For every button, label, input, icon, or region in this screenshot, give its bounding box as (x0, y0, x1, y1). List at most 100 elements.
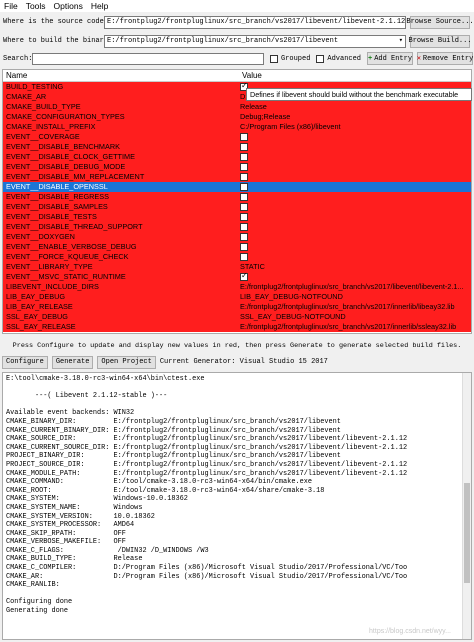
table-row[interactable]: EVENT__DISABLE_DEBUG_MODE (3, 162, 471, 172)
table-row[interactable]: EVENT__COVERAGE (3, 132, 471, 142)
value-checkbox[interactable] (240, 233, 248, 241)
menu-options[interactable]: Options (50, 1, 87, 11)
value-checkbox[interactable] (240, 183, 248, 191)
row-value[interactable] (239, 192, 471, 202)
table-row[interactable]: EVENT__LIBRARY_TYPE STATIC (3, 262, 471, 272)
row-name: CMAKE_BUILD_TYPE (6, 102, 81, 111)
row-name: BUILD_TESTING (6, 82, 64, 91)
table-row[interactable]: EVENT__ENABLE_VERBOSE_DEBUG (3, 242, 471, 252)
value-checkbox[interactable] (240, 133, 248, 141)
advanced-checkbox[interactable] (316, 54, 325, 63)
table-row[interactable]: EVENT__DISABLE_SAMPLES (3, 202, 471, 212)
value-checkbox[interactable] (240, 173, 248, 181)
table-header: Name Value (3, 70, 471, 82)
table-row[interactable]: LIBEVENT_INCLUDE_DIRS E:/frontplug2/front… (3, 282, 471, 292)
table-row[interactable]: EVENT__DISABLE_OPENSSL (3, 182, 471, 192)
source-path-value: E:/frontplug2/frontpluglinux/src_branch/… (107, 17, 406, 26)
row-value[interactable] (239, 232, 471, 242)
advanced-option[interactable]: Advanced (316, 54, 361, 63)
row-value[interactable] (239, 252, 471, 262)
table-row[interactable]: EVENT__FORCE_KQUEUE_CHECK (3, 252, 471, 262)
row-value[interactable] (239, 212, 471, 222)
scrollbar-thumb[interactable] (464, 483, 470, 583)
row-name: EVENT__LIBRARY_TYPE (6, 262, 93, 271)
search-input[interactable] (32, 52, 264, 65)
row-value[interactable] (239, 152, 471, 162)
row-value[interactable] (239, 272, 471, 282)
configure-button[interactable]: Configure (2, 355, 48, 369)
row-value[interactable] (239, 182, 471, 192)
column-name-header[interactable]: Name (3, 70, 239, 81)
value-checkbox[interactable] (240, 163, 248, 171)
table-row[interactable]: EVENT__MSVC_STATIC_RUNTIME (3, 272, 471, 282)
build-path-value: E:/frontplug2/frontpluglinux/src_branch/… (107, 36, 339, 45)
table-row[interactable]: CMAKE_INSTALL_PREFIX C:/Program Files (x8… (3, 122, 471, 132)
table-row[interactable]: EVENT__DISABLE_TESTS (3, 212, 471, 222)
row-value[interactable] (239, 172, 471, 182)
row-value-text: E:/frontplug2/frontpluglinux/src_branch/… (240, 282, 464, 291)
value-checkbox[interactable] (240, 243, 248, 251)
table-row[interactable]: SSL_EAY_DEBUG SSL_EAY_DEBUG-NOTFOUND (3, 312, 471, 322)
menu-bar: File Tools Options Help (0, 0, 474, 12)
row-value[interactable]: Debug;Release (239, 112, 471, 122)
grouped-option[interactable]: Grouped (270, 54, 310, 63)
add-entry-button[interactable]: + Add Entry (367, 52, 414, 65)
cache-table: Name Value BUILD_TESTINGCMAKE_ARD:/Progr… (2, 69, 472, 334)
value-checkbox[interactable] (240, 143, 248, 151)
value-checkbox[interactable] (240, 193, 248, 201)
value-checkbox[interactable] (240, 153, 248, 161)
column-value-header[interactable]: Value (239, 70, 471, 81)
build-path-field[interactable]: E:/frontplug2/frontpluglinux/src_branch/… (104, 34, 406, 48)
row-value[interactable] (239, 242, 471, 252)
table-row[interactable]: EVENT__DOXYGEN (3, 232, 471, 242)
browse-build-button[interactable]: Browse Build... (409, 34, 472, 48)
row-value[interactable] (239, 132, 471, 142)
row-value[interactable]: SSL_EAY_DEBUG-NOTFOUND (239, 312, 471, 322)
open-project-button[interactable]: Open Project (97, 355, 156, 369)
row-value[interactable]: E:/frontplug2/frontpluglinux/src_branch/… (239, 282, 471, 292)
table-row[interactable]: EVENT__DISABLE_REGRESS (3, 192, 471, 202)
row-value[interactable] (239, 162, 471, 172)
value-checkbox[interactable] (240, 272, 248, 281)
row-value[interactable]: E:/frontplug2/frontpluglinux/src_branch/… (239, 322, 471, 332)
row-value[interactable] (239, 222, 471, 232)
generate-button[interactable]: Generate (51, 355, 94, 369)
row-name: EVENT__DISABLE_THREAD_SUPPORT (6, 222, 143, 231)
row-name: EVENT__DISABLE_SAMPLES (6, 202, 108, 211)
table-row[interactable]: EVENT__DISABLE_BENCHMARK (3, 142, 471, 152)
table-row[interactable]: SSL_EAY_RELEASE E:/frontplug2/frontplugli… (3, 322, 471, 332)
row-value[interactable]: Release (239, 102, 471, 112)
table-row[interactable]: EVENT__DISABLE_MM_REPLACEMENT (3, 172, 471, 182)
table-row[interactable]: CMAKE_BUILD_TYPE Release (3, 102, 471, 112)
row-value[interactable] (239, 142, 471, 152)
remove-icon: ✕ (416, 55, 421, 63)
table-row[interactable]: LIB_EAY_DEBUG LIB_EAY_DEBUG-NOTFOUND (3, 292, 471, 302)
row-name: EVENT__DISABLE_CLOCK_GETTIME (6, 152, 135, 161)
table-row[interactable]: EVENT__DISABLE_CLOCK_GETTIME (3, 152, 471, 162)
row-value[interactable] (239, 202, 471, 212)
row-value[interactable]: LIB_EAY_DEBUG-NOTFOUND (239, 292, 471, 302)
add-icon: + (368, 54, 373, 63)
table-row[interactable]: CMAKE_CONFIGURATION_TYPES Debug;Release (3, 112, 471, 122)
value-checkbox[interactable] (240, 203, 248, 211)
table-row[interactable]: LIB_EAY_RELEASE E:/frontplug2/frontplugli… (3, 302, 471, 312)
grouped-checkbox[interactable] (270, 54, 278, 63)
row-name: EVENT__DISABLE_MM_REPLACEMENT (6, 172, 145, 181)
menu-tools[interactable]: Tools (22, 1, 50, 11)
chevron-down-icon[interactable]: ▾ (399, 36, 403, 47)
remove-entry-button[interactable]: ✕ Remove Entry (417, 52, 473, 65)
menu-file[interactable]: File (0, 1, 22, 11)
row-name: EVENT__DISABLE_BENCHMARK (6, 142, 120, 151)
row-value[interactable]: E:/frontplug2/frontpluglinux/src_branch/… (239, 302, 471, 312)
output-scrollbar[interactable] (462, 373, 471, 639)
output-log[interactable]: E:\tool\cmake-3.18.0-rc3-win64-x64\bin\c… (2, 372, 472, 640)
row-value[interactable]: C:/Program Files (x86)/libevent (239, 122, 471, 132)
menu-help[interactable]: Help (87, 1, 112, 11)
browse-source-button[interactable]: Browse Source... (406, 15, 474, 29)
value-checkbox[interactable] (240, 213, 248, 221)
row-value[interactable]: STATIC (239, 262, 471, 272)
source-path-field[interactable]: E:/frontplug2/frontpluglinux/src_branch/… (104, 15, 406, 29)
value-checkbox[interactable] (240, 223, 248, 231)
table-row[interactable]: EVENT__DISABLE_THREAD_SUPPORT (3, 222, 471, 232)
value-checkbox[interactable] (240, 253, 248, 261)
